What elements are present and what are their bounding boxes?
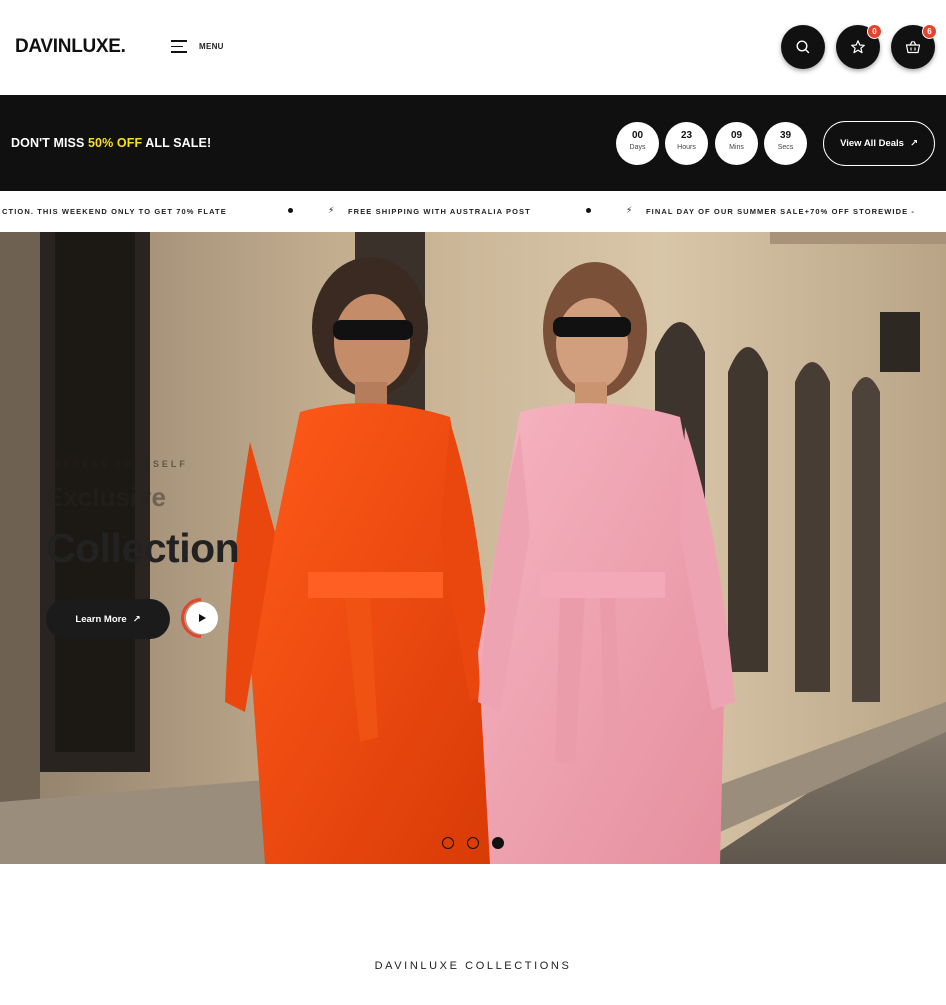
wishlist-count-badge: 0 <box>867 24 882 39</box>
countdown-unit: Secs <box>777 144 794 151</box>
ticker-item: FINAL DAY OF OUR SUMMER SALE+70% OFF STO… <box>646 207 916 216</box>
arrow-up-right-icon: ↗ <box>132 613 141 625</box>
hero-subtitle: Exclusive <box>46 482 166 512</box>
bullet-icon <box>288 208 293 213</box>
lightning-icon: ⚡ <box>626 205 634 215</box>
countdown-value: 23 <box>680 130 693 141</box>
sale-text-after: ALL SALE! <box>142 136 212 150</box>
slider-dot-3[interactable] <box>492 837 504 849</box>
arrow-up-right-icon: ↗ <box>909 138 918 149</box>
countdown-unit: Days <box>629 144 646 151</box>
ticker-item: CTION. THIS WEEKEND ONLY TO GET 70% FLAT… <box>2 207 227 216</box>
view-all-deals-button[interactable]: View All Deals ↗ <box>823 121 935 166</box>
announcement-ticker: CTION. THIS WEEKEND ONLY TO GET 70% FLAT… <box>0 191 946 232</box>
sale-highlight: 50% OFF <box>88 136 143 150</box>
countdown-secs: 39 Secs <box>764 122 807 165</box>
play-video-button[interactable] <box>172 589 230 647</box>
countdown-days: 00 Days <box>616 122 659 165</box>
countdown-value: 09 <box>730 130 743 141</box>
cart-button[interactable]: 6 <box>891 24 937 69</box>
hero-eyebrow: EXPRESS YOURSELF <box>46 459 188 469</box>
hero-title: Collection <box>46 525 240 571</box>
collections-heading: DAVINLUXE COLLECTIONS <box>374 960 572 972</box>
learn-more-button[interactable]: Learn More ↗ <box>46 599 170 639</box>
search-button[interactable] <box>781 25 825 69</box>
slider-dot-2[interactable] <box>467 837 479 849</box>
site-logo[interactable]: DAVINLUXE. <box>15 36 126 58</box>
countdown-hours: 23 Hours <box>665 122 708 165</box>
countdown-unit: Hours <box>677 144 696 151</box>
cart-count-badge: 6 <box>922 24 937 39</box>
countdown-mins: 09 Mins <box>715 122 758 165</box>
menu-label: MENU <box>199 42 224 51</box>
sale-message: DON'T MISS 50% OFF ALL SALE! <box>11 136 211 150</box>
countdown-unit: Mins <box>729 144 744 151</box>
countdown-value: 00 <box>631 130 644 141</box>
learn-more-label: Learn More <box>75 613 127 625</box>
deals-button-label: View All Deals <box>840 138 904 149</box>
hamburger-icon <box>171 40 187 53</box>
wishlist-button[interactable]: 0 <box>836 24 882 69</box>
play-icon <box>199 614 206 622</box>
lightning-icon: ⚡ <box>328 205 336 215</box>
star-icon <box>851 40 865 54</box>
countdown-value: 39 <box>779 130 792 141</box>
search-icon <box>796 40 810 54</box>
basket-icon <box>905 40 921 54</box>
sale-text-before: DON'T MISS <box>11 136 88 150</box>
slider-dot-1[interactable] <box>442 837 454 849</box>
site-header: DAVINLUXE. MENU 0 6 <box>0 0 946 95</box>
slider-pagination <box>442 837 504 849</box>
menu-button[interactable]: MENU <box>171 40 224 53</box>
hero-slider: EXPRESS YOURSELF Exclusive Collection Le… <box>0 232 946 864</box>
bullet-icon <box>586 208 591 213</box>
ticker-item: FREE SHIPPING WITH AUSTRALIA POST <box>348 207 531 216</box>
